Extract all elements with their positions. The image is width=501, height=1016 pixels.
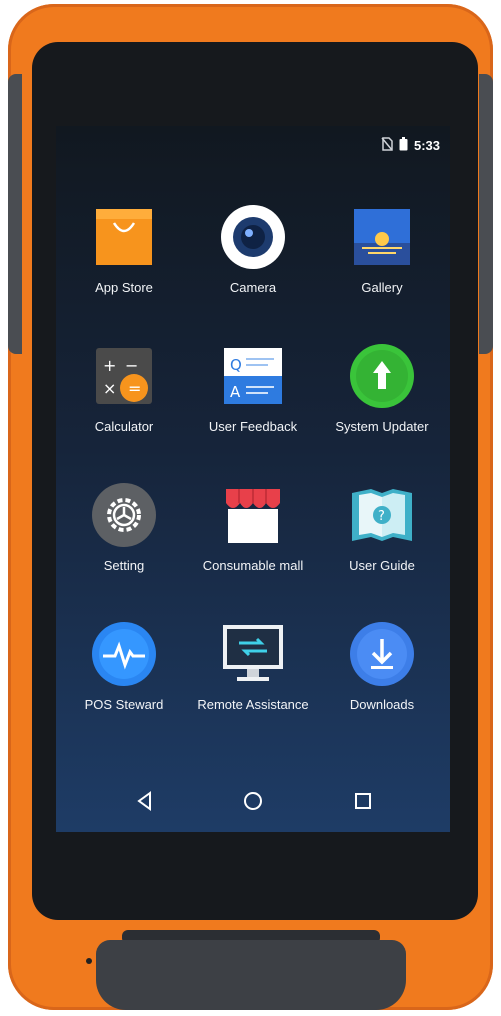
device-bottom-bumper	[96, 940, 406, 1010]
app-label: Camera	[229, 280, 277, 295]
app-label: Downloads	[349, 697, 415, 712]
battery-icon	[399, 136, 408, 154]
setting-launcher[interactable]: Setting	[59, 482, 189, 592]
remote-assistance-launcher[interactable]: Remote Assistance	[188, 621, 318, 731]
app-row-1: App Store Camera Gallery	[56, 204, 450, 324]
downloads-launcher[interactable]: Downloads	[317, 621, 447, 731]
status-bar: 5:33	[381, 136, 440, 154]
svg-text:=: =	[128, 379, 141, 398]
app-label: Calculator	[94, 419, 154, 434]
app-row-3: Setting Consumable mall ? User Guide	[56, 482, 450, 602]
recents-square-icon[interactable]	[348, 786, 378, 816]
system-updater-launcher[interactable]: System Updater	[317, 343, 447, 453]
back-triangle-icon[interactable]	[130, 786, 160, 816]
gear-icon	[91, 482, 157, 548]
download-icon	[349, 621, 415, 687]
app-label: Setting	[103, 558, 145, 573]
app-label: POS Steward	[84, 697, 164, 712]
app-label: Remote Assistance	[197, 697, 309, 712]
gallery-icon	[349, 204, 415, 270]
calculator-launcher[interactable]: + − × = Calculator	[59, 343, 189, 453]
update-arrow-icon	[349, 343, 415, 409]
app-label: Consumable mall	[202, 558, 304, 573]
svg-text:×: ×	[103, 379, 116, 398]
app-row-2: + − × = Calculator QA User Feedback System …	[56, 343, 450, 463]
svg-text:+: +	[103, 356, 116, 375]
status-time: 5:33	[413, 137, 440, 153]
home-circle-icon[interactable]	[238, 786, 268, 816]
home-screen: 5:33 App Store Camera Gallery + − × = Ca…	[56, 126, 450, 832]
camera-icon	[220, 204, 286, 270]
app-label: App Store	[95, 280, 153, 295]
left-side-grip	[8, 74, 22, 354]
app-label: Gallery	[361, 280, 403, 295]
right-side-grip	[479, 74, 493, 354]
svg-text:−: −	[125, 356, 138, 375]
svg-text:Q: Q	[230, 356, 242, 374]
svg-text:A: A	[230, 383, 241, 401]
calculator-icon: + − × =	[91, 343, 157, 409]
gallery-launcher[interactable]: Gallery	[317, 204, 447, 314]
no-sim-icon	[381, 136, 393, 154]
user-guide-launcher[interactable]: ? User Guide	[317, 482, 447, 592]
camera-launcher[interactable]: Camera	[188, 204, 318, 314]
store-awning-icon	[220, 482, 286, 548]
app-row-4: POS Steward Remote Assistance Downloads	[56, 621, 450, 741]
app-label: System Updater	[335, 419, 429, 434]
consumable-mall-launcher[interactable]: Consumable mall	[188, 482, 318, 592]
app-store-launcher[interactable]: App Store	[59, 204, 189, 314]
app-label: User Guide	[349, 558, 415, 573]
monitor-arrows-icon	[220, 621, 286, 687]
microphone-hole	[86, 958, 92, 964]
navigation-bar	[56, 772, 450, 832]
app-label: User Feedback	[208, 419, 298, 434]
shopping-bag-icon	[91, 204, 157, 270]
svg-text:?: ?	[378, 509, 385, 524]
user-feedback-launcher[interactable]: QA User Feedback	[188, 343, 318, 453]
guide-book-icon: ?	[349, 482, 415, 548]
pos-steward-launcher[interactable]: POS Steward	[59, 621, 189, 731]
heartbeat-icon	[91, 621, 157, 687]
feedback-icon: QA	[220, 343, 286, 409]
